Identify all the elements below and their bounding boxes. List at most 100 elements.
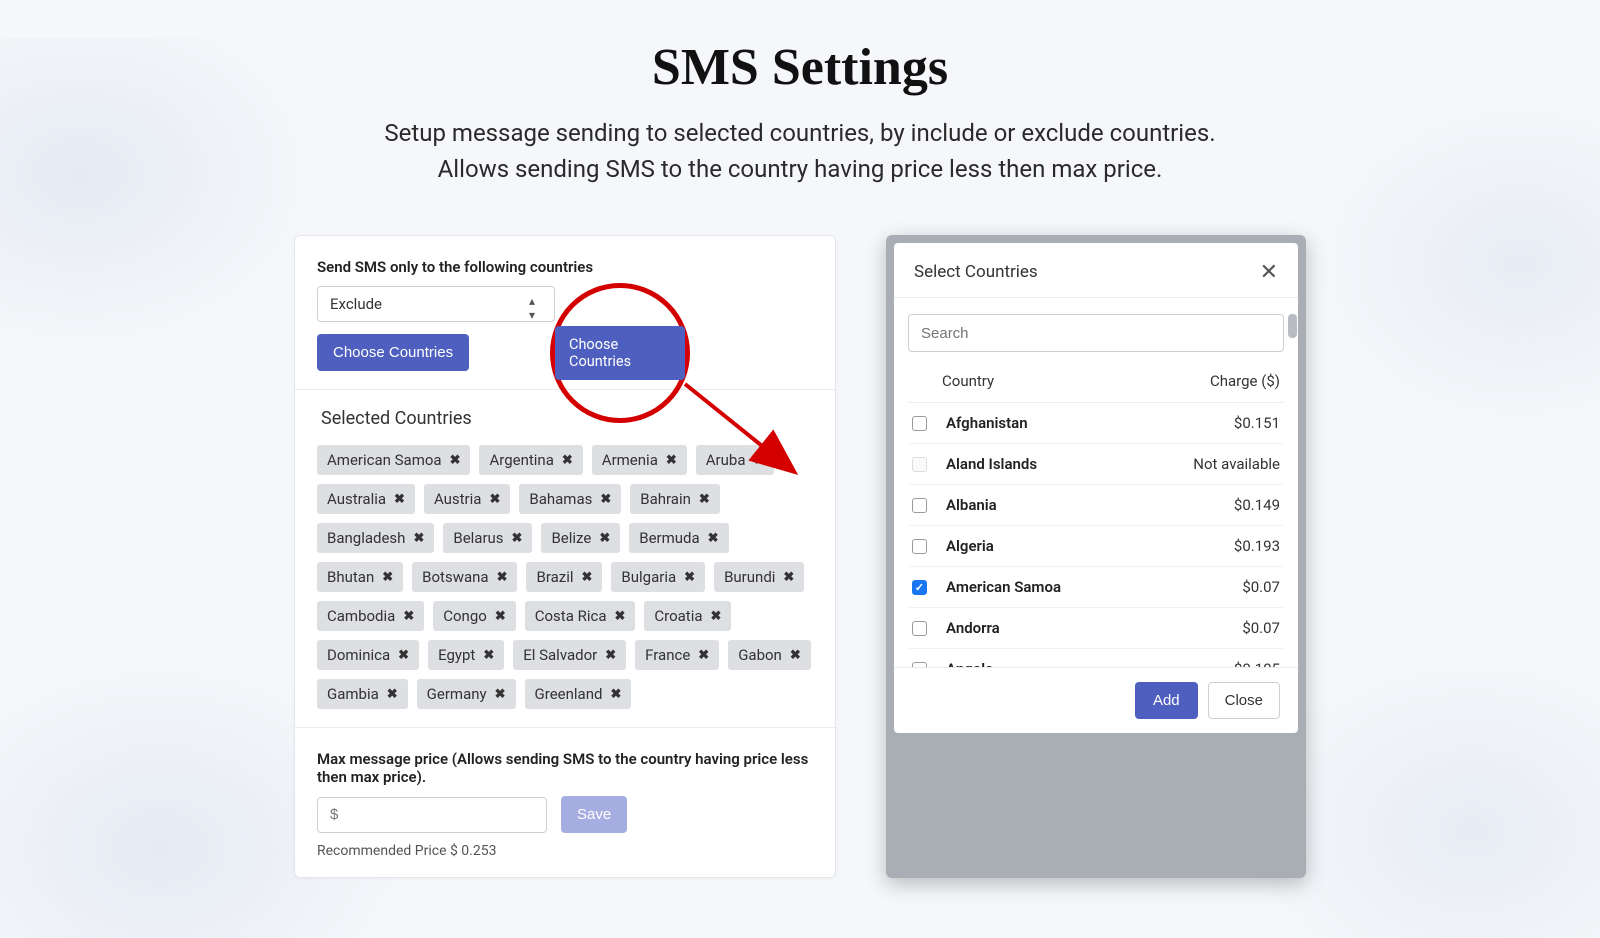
country-chip: Bangladesh✖ xyxy=(317,523,434,553)
remove-icon[interactable]: ✖ xyxy=(495,687,506,702)
remove-icon[interactable]: ✖ xyxy=(614,609,625,624)
page-subtitle: Setup message sending to selected countr… xyxy=(0,115,1600,187)
country-checkbox[interactable] xyxy=(912,621,927,636)
chip-label: Burundi xyxy=(724,568,775,586)
country-chip: Gambia✖ xyxy=(317,679,408,709)
country-row[interactable]: American Samoa$0.07 xyxy=(908,567,1284,608)
remove-icon[interactable]: ✖ xyxy=(666,453,677,468)
country-chip: Costa Rica ✖ xyxy=(525,601,636,631)
remove-icon[interactable]: ✖ xyxy=(599,531,610,546)
chip-label: Cambodia xyxy=(327,607,395,625)
chip-label: Belize xyxy=(551,529,591,547)
remove-icon[interactable]: ✖ xyxy=(684,570,695,585)
remove-icon[interactable]: ✖ xyxy=(711,609,722,624)
country-chip: Armenia✖ xyxy=(592,445,687,475)
country-rows: Afghanistan$0.151Aland IslandsNot availa… xyxy=(908,403,1284,667)
country-name: Afghanistan xyxy=(946,414,1170,432)
country-chip: Croatia✖ xyxy=(644,601,731,631)
country-chip: Bermuda ✖ xyxy=(629,523,728,553)
close-button[interactable]: Close xyxy=(1208,682,1280,719)
country-row[interactable]: Aland IslandsNot available xyxy=(908,444,1284,485)
chip-label: Botswana xyxy=(422,568,488,586)
divider xyxy=(295,727,835,728)
country-name: Algeria xyxy=(946,537,1170,555)
price-row: Save xyxy=(317,796,813,833)
country-chip: Egypt ✖ xyxy=(428,640,504,670)
remove-icon[interactable]: ✖ xyxy=(582,570,593,585)
recommended-price-text: Recommended Price $ 0.253 xyxy=(317,843,813,859)
remove-icon[interactable]: ✖ xyxy=(382,570,393,585)
chip-label: Gabon xyxy=(738,646,782,664)
country-checkbox xyxy=(912,457,927,472)
country-chip: Brazil✖ xyxy=(526,562,602,592)
country-checkbox[interactable] xyxy=(912,498,927,513)
chip-label: Egypt xyxy=(438,646,475,664)
country-chip: El Salvador ✖ xyxy=(513,640,626,670)
remove-icon[interactable]: ✖ xyxy=(600,492,611,507)
remove-icon[interactable]: ✖ xyxy=(398,648,409,663)
subtitle-line-2: Allows sending SMS to the country having… xyxy=(438,155,1163,183)
scrollbar-thumb[interactable] xyxy=(1288,314,1297,338)
remove-icon[interactable]: ✖ xyxy=(610,687,621,702)
country-name: Aland Islands xyxy=(946,455,1170,473)
choose-countries-button[interactable]: Choose Countries xyxy=(317,334,469,371)
mode-select[interactable]: Exclude xyxy=(317,286,555,322)
max-price-input[interactable] xyxy=(317,797,547,833)
chip-label: Costa Rica xyxy=(535,607,607,625)
country-row[interactable]: Afghanistan$0.151 xyxy=(908,403,1284,444)
country-row[interactable]: Angola$0.105 xyxy=(908,649,1284,667)
country-checkbox[interactable] xyxy=(912,580,927,595)
add-button[interactable]: Add xyxy=(1135,682,1198,719)
column-country-header: Country xyxy=(942,372,1180,390)
remove-icon[interactable]: ✖ xyxy=(387,687,398,702)
country-checkbox[interactable] xyxy=(912,662,927,668)
country-chip: Burundi ✖ xyxy=(714,562,804,592)
country-row[interactable]: Albania$0.149 xyxy=(908,485,1284,526)
country-charge: $0.151 xyxy=(1170,414,1280,432)
country-chip: American Samoa✖ xyxy=(317,445,470,475)
remove-icon[interactable]: ✖ xyxy=(790,648,801,663)
remove-icon[interactable]: ✖ xyxy=(754,453,765,468)
modal-title: Select Countries xyxy=(914,262,1038,282)
close-icon[interactable]: ✕ xyxy=(1260,261,1278,283)
choose-countries-button-highlighted[interactable]: Choose Countries xyxy=(555,326,685,380)
panels-container: Send SMS only to the following countries… xyxy=(0,235,1600,878)
remove-icon[interactable]: ✖ xyxy=(699,492,710,507)
remove-icon[interactable]: ✖ xyxy=(698,648,709,663)
divider xyxy=(295,389,835,390)
country-chip: Bahamas ✖ xyxy=(519,484,621,514)
country-checkbox[interactable] xyxy=(912,416,927,431)
remove-icon[interactable]: ✖ xyxy=(783,570,794,585)
chip-label: Bermuda xyxy=(639,529,699,547)
remove-icon[interactable]: ✖ xyxy=(483,648,494,663)
remove-icon[interactable]: ✖ xyxy=(403,609,414,624)
country-chip: Australia✖ xyxy=(317,484,415,514)
chip-label: Belarus xyxy=(453,529,503,547)
remove-icon[interactable]: ✖ xyxy=(708,531,719,546)
country-row[interactable]: Algeria$0.193 xyxy=(908,526,1284,567)
subtitle-line-1: Setup message sending to selected countr… xyxy=(384,119,1215,147)
save-button[interactable]: Save xyxy=(561,796,627,833)
country-checkbox[interactable] xyxy=(912,539,927,554)
country-search-input[interactable] xyxy=(908,314,1284,352)
remove-icon[interactable]: ✖ xyxy=(489,492,500,507)
select-countries-modal: Select Countries ✕ Country Charge ($) Af… xyxy=(886,235,1306,878)
max-price-block: Max message price (Allows sending SMS to… xyxy=(317,750,813,859)
country-chip: Argentina✖ xyxy=(479,445,582,475)
chip-label: Greenland xyxy=(535,685,603,703)
remove-icon[interactable]: ✖ xyxy=(605,648,616,663)
remove-icon[interactable]: ✖ xyxy=(413,531,424,546)
chip-label: Bulgaria xyxy=(621,568,676,586)
remove-icon[interactable]: ✖ xyxy=(394,492,405,507)
remove-icon[interactable]: ✖ xyxy=(562,453,573,468)
remove-icon[interactable]: ✖ xyxy=(495,609,506,624)
remove-icon[interactable]: ✖ xyxy=(497,570,508,585)
chip-label: El Salvador xyxy=(523,646,597,664)
remove-icon[interactable]: ✖ xyxy=(512,531,523,546)
country-name: Andorra xyxy=(946,619,1170,637)
country-row[interactable]: Andorra$0.07 xyxy=(908,608,1284,649)
chip-label: Germany xyxy=(427,685,487,703)
chip-label: Bahamas xyxy=(529,490,592,508)
country-chip: Bulgaria ✖ xyxy=(611,562,705,592)
remove-icon[interactable]: ✖ xyxy=(450,453,461,468)
